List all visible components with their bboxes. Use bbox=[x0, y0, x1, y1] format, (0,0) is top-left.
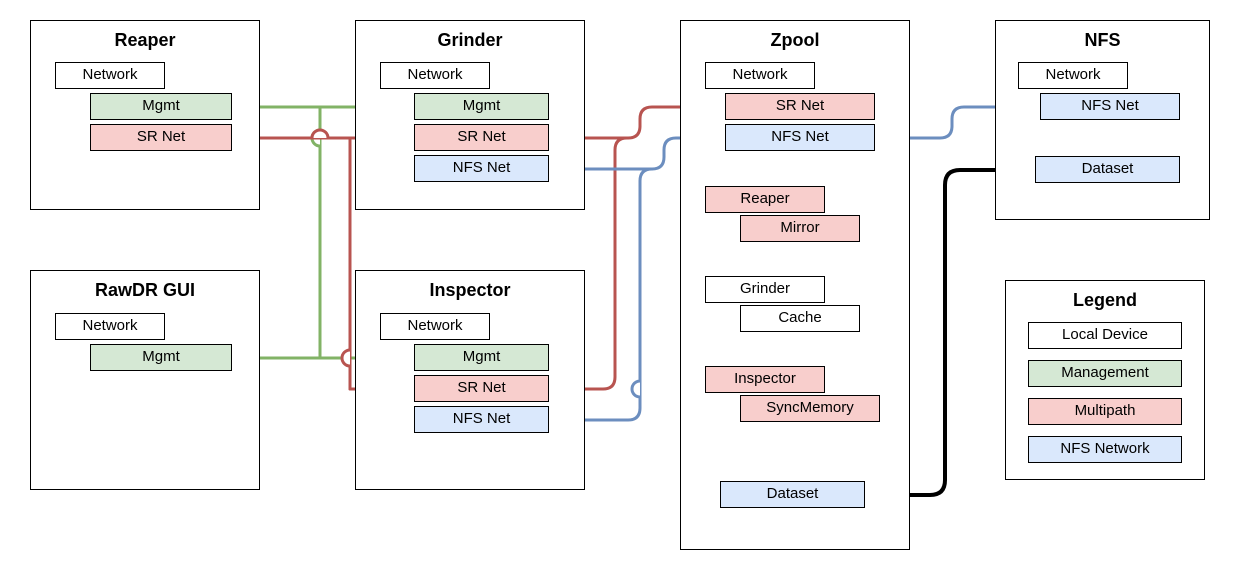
grinder-sr-net: SR Net bbox=[414, 124, 549, 151]
node-reaper-title: Reaper bbox=[30, 30, 260, 51]
grinder-mgmt: Mgmt bbox=[414, 93, 549, 120]
grinder-network: Network bbox=[380, 62, 490, 89]
inspector-mgmt: Mgmt bbox=[414, 344, 549, 371]
inspector-sr-net: SR Net bbox=[414, 375, 549, 402]
node-nfs-title: NFS bbox=[995, 30, 1210, 51]
zpool-sr-net: SR Net bbox=[725, 93, 875, 120]
reaper-mgmt: Mgmt bbox=[90, 93, 232, 120]
zpool-inspector: Inspector bbox=[705, 366, 825, 393]
zpool-cache: Cache bbox=[740, 305, 860, 332]
legend-nfs-network: NFS Network bbox=[1028, 436, 1182, 463]
reaper-sr-net: SR Net bbox=[90, 124, 232, 151]
legend-title: Legend bbox=[1005, 290, 1205, 311]
zpool-syncmemory: SyncMemory bbox=[740, 395, 880, 422]
grinder-nfs-net: NFS Net bbox=[414, 155, 549, 182]
rawdr-mgmt: Mgmt bbox=[90, 344, 232, 371]
reaper-network: Network bbox=[55, 62, 165, 89]
inspector-network: Network bbox=[380, 313, 490, 340]
node-rawdr-title: RawDR GUI bbox=[30, 280, 260, 301]
node-grinder-title: Grinder bbox=[355, 30, 585, 51]
nfs-nfs-net: NFS Net bbox=[1040, 93, 1180, 120]
zpool-network: Network bbox=[705, 62, 815, 89]
nfs-dataset: Dataset bbox=[1035, 156, 1180, 183]
zpool-reaper: Reaper bbox=[705, 186, 825, 213]
legend-multipath: Multipath bbox=[1028, 398, 1182, 425]
zpool-nfs-net: NFS Net bbox=[725, 124, 875, 151]
nfs-network: Network bbox=[1018, 62, 1128, 89]
node-zpool-title: Zpool bbox=[680, 30, 910, 51]
legend-management: Management bbox=[1028, 360, 1182, 387]
legend-local-device: Local Device bbox=[1028, 322, 1182, 349]
diagram-stage: Reaper Network Mgmt SR Net Grinder Netwo… bbox=[0, 0, 1241, 581]
inspector-nfs-net: NFS Net bbox=[414, 406, 549, 433]
node-inspector-title: Inspector bbox=[355, 280, 585, 301]
zpool-grinder: Grinder bbox=[705, 276, 825, 303]
zpool-mirror: Mirror bbox=[740, 215, 860, 242]
rawdr-network: Network bbox=[55, 313, 165, 340]
node-rawdr bbox=[30, 270, 260, 490]
zpool-dataset: Dataset bbox=[720, 481, 865, 508]
